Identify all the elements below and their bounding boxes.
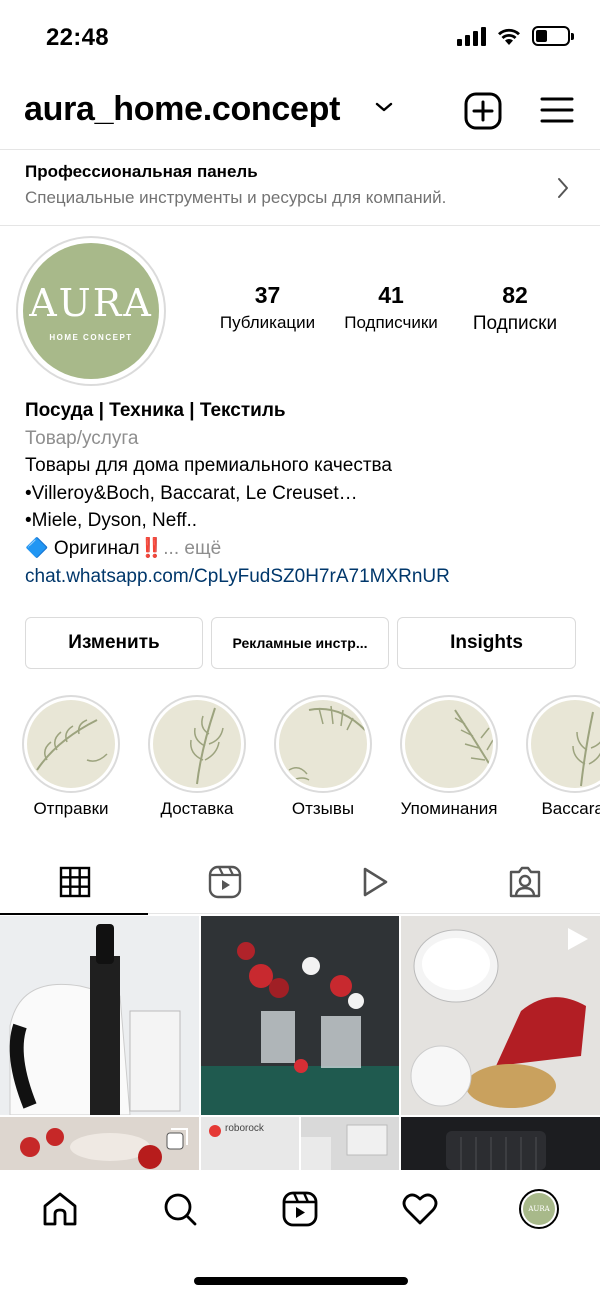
tab-tagged[interactable] (450, 850, 600, 914)
story-highlights: Отправки Доставка Отзывы Упоминания Bacc… (0, 695, 600, 830)
post-thumbnail[interactable] (301, 1117, 399, 1170)
avatar-tagline: HOME CONCEPT (49, 332, 133, 342)
pro-dashboard-title: Профессиональная панель (25, 162, 258, 181)
highlight-label: Отзывы (291, 799, 355, 818)
ad-tools-button[interactable]: Рекламные инстр... (211, 617, 389, 669)
heart-icon[interactable] (401, 1190, 439, 1228)
tagged-icon (509, 866, 541, 898)
home-indicator (194, 1277, 408, 1285)
menu-icon[interactable] (540, 96, 574, 124)
highlight-ring (274, 695, 372, 793)
post-thumbnail[interactable] (201, 916, 399, 1115)
stat-followers[interactable]: 41 Подписчики (330, 282, 452, 335)
roborock-logo-icon (209, 1125, 221, 1137)
post-thumbnail[interactable] (0, 916, 199, 1115)
post-thumbnail[interactable] (0, 1117, 199, 1170)
bio-line-1: Товары для дома премиального качества (25, 455, 393, 477)
bio-name: Посуда | Техника | Текстиль (25, 400, 286, 421)
leaf-pattern-icon (279, 700, 367, 788)
profile-action-buttons: Изменить Рекламные инстр... Insights (25, 617, 576, 669)
bio-line-4-text: 🔷 Оригинал (25, 537, 140, 559)
bio-line-2: •Villeroy&Boch, Baccarat, Le Creuset… (25, 482, 358, 504)
profile-avatar[interactable]: AURA HOME CONCEPT (16, 236, 166, 386)
leaf-pattern-icon (405, 700, 493, 788)
chevron-down-icon[interactable] (374, 100, 394, 114)
leaf-pattern-icon (27, 700, 115, 788)
waffle-maker-image (401, 1117, 600, 1170)
stat-following-value: 82 (502, 282, 528, 308)
tab-video[interactable] (300, 850, 450, 914)
avatar-image: AURA HOME CONCEPT (23, 243, 159, 379)
stat-posts-label: Публикации (219, 313, 316, 332)
highlight-item[interactable]: Baccarat (515, 695, 600, 819)
video-icon (568, 928, 588, 950)
carousel-icon (166, 1128, 188, 1150)
highlight-item[interactable]: Отправки (11, 695, 131, 819)
username-title[interactable]: aura_home.concept (24, 90, 340, 129)
search-icon[interactable] (161, 1190, 199, 1228)
reels-icon[interactable] (281, 1190, 319, 1228)
stat-followers-value: 41 (378, 282, 404, 308)
highlight-label: Отправки (33, 799, 109, 818)
highlight-item[interactable]: Упоминания (389, 695, 509, 819)
bio-website-link[interactable]: chat.whatsapp.com/CpLyFudSZ0H7rA71MXRnUR (25, 563, 585, 591)
grid-icon (59, 866, 91, 898)
highlight-label: Упоминания (400, 799, 498, 818)
stat-posts[interactable]: 37 Публикации (205, 282, 330, 335)
profile-bio: Посуда | Техника | Текстиль Товар/услуга… (25, 397, 585, 590)
nav-avatar-image: AURA (523, 1193, 555, 1225)
highlight-label: Baccarat (541, 799, 600, 818)
profile-stats: 37 Публикации 41 Подписчики 82 Подписки (205, 282, 580, 335)
leaf-pattern-icon (153, 700, 241, 788)
professional-dashboard[interactable]: Профессиональная панель Специальные инст… (0, 149, 600, 226)
post-thumbnail[interactable] (401, 1117, 600, 1170)
insights-button[interactable]: Insights (397, 617, 576, 669)
highlight-item[interactable]: Доставка (137, 695, 257, 819)
chevron-right-icon (558, 178, 568, 198)
vases-with-flowers-image (201, 916, 399, 1115)
stat-following-label: Подписки (472, 313, 558, 334)
bio-more-link[interactable]: ... ещё (163, 538, 221, 559)
bio-line-4: 🔷 Оригинал‼️... ещё (25, 535, 585, 563)
profile-tabs (0, 850, 600, 915)
video-icon (363, 867, 388, 897)
highlight-ring (22, 695, 120, 793)
leaf-pattern-icon (531, 700, 600, 788)
pro-dashboard-subtitle: Специальные инструменты и ресурсы для ко… (25, 188, 447, 207)
posts-grid: roborock (0, 916, 600, 1170)
kitchen-appliance-image (0, 916, 199, 1115)
post-thumbnail[interactable]: roborock (201, 1117, 299, 1170)
profile-avatar[interactable]: AURA (519, 1189, 559, 1229)
stat-followers-label: Подписчики (344, 313, 438, 332)
avatar-logo-text: AURA (29, 280, 153, 325)
highlight-label: Доставка (160, 799, 234, 818)
status-bar: 22:48 (0, 0, 600, 76)
stat-following[interactable]: 82 Подписки (452, 282, 578, 335)
interior-image (301, 1117, 399, 1170)
profile-header: aura_home.concept (0, 86, 600, 140)
status-time: 22:48 (46, 24, 109, 51)
highlight-ring (400, 695, 498, 793)
highlight-item[interactable]: Отзывы (263, 695, 383, 819)
battery-icon (532, 26, 574, 46)
post-thumbnail[interactable] (401, 916, 600, 1115)
double-exclamation-icon: ‼️ (139, 537, 164, 559)
bio-category: Товар/услуга (25, 427, 139, 449)
post-brand-text: roborock (225, 1123, 264, 1134)
tab-grid[interactable] (0, 850, 150, 915)
highlight-ring (148, 695, 246, 793)
battery-fill (536, 30, 547, 42)
highlight-ring (526, 695, 600, 793)
reels-icon (208, 865, 242, 899)
home-icon[interactable] (41, 1190, 79, 1228)
bio-line-3: •Miele, Dyson, Neff.. (25, 510, 198, 532)
edit-profile-button[interactable]: Изменить (25, 617, 203, 669)
wifi-icon (498, 28, 520, 45)
stat-posts-value: 37 (254, 282, 281, 308)
tab-reels[interactable] (150, 850, 300, 914)
status-icons (457, 26, 574, 46)
add-post-icon[interactable] (464, 92, 502, 130)
cellular-signal-icon (457, 26, 486, 46)
